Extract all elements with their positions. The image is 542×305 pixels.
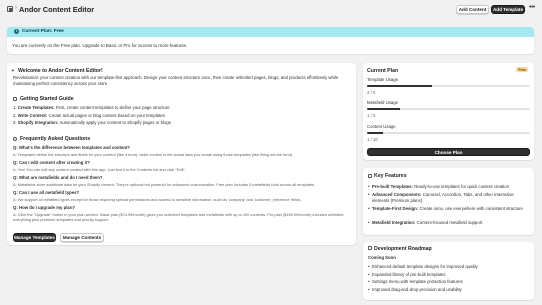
- bullet: •: [368, 286, 370, 292]
- info-icon: i: [14, 29, 19, 35]
- faq-question-1: Q: What's the difference between templat…: [13, 145, 131, 150]
- roadmap-item-4: Improved drag-and-drop precision and usa…: [372, 286, 462, 292]
- bullet: •: [368, 206, 370, 211]
- faq-answer-1: A: Templates define the structure and fi…: [13, 152, 294, 157]
- feature-2: Advanced Components: Carousel, Accordion…: [372, 192, 530, 204]
- faq-question-2: Q: Can I edit content after creating it?: [13, 160, 90, 165]
- content-usage-fill: [367, 132, 384, 135]
- more-actions-icon[interactable]: •••: [529, 4, 535, 11]
- feature-1: Pre-built Templates: Ready-to-use templa…: [372, 184, 530, 190]
- feature-2-bold: Advanced Components:: [372, 192, 422, 197]
- faq-title: Frequently Asked Questions: [20, 136, 91, 142]
- current-plan-title: Current Plan: [367, 67, 399, 74]
- plan-banner-text: You are currently on the Free plan. Upgr…: [12, 43, 188, 48]
- feature-1-bold: Pre-built Templates:: [372, 184, 413, 189]
- roadmap-item-1: Enhanced default template designs for im…: [372, 264, 478, 269]
- template-usage-bar: [367, 85, 530, 88]
- step-1-bold: Create Templates:: [17, 105, 55, 110]
- sparkle-icon: ✦: [11, 67, 15, 73]
- key-features-title: Key Features: [374, 173, 407, 179]
- feature-4: Metafield Integration: Content-focused m…: [372, 220, 530, 226]
- welcome-title: Welcome to Andor Content Editor!: [18, 67, 103, 74]
- faq-answer-5: A: Click the "Upgrade" button in your pl…: [13, 212, 344, 222]
- plan-banner-header: i Current Plan: Free: [7, 27, 534, 37]
- content-usage-label: Content Usage: [367, 124, 396, 129]
- step-2: 2. Write Content: Create actual pages or…: [13, 112, 165, 118]
- roadmap-item-2: Expanded library of pre-built templates: [372, 271, 446, 277]
- step-3-bold: Shopify Integration:: [17, 120, 59, 125]
- app-icon: [7, 6, 13, 12]
- bullet: •: [368, 184, 370, 189]
- roadmap-title: Development Roadmap: [374, 245, 432, 252]
- plan-banner-title: Current Plan: Free: [22, 29, 64, 35]
- content-usage-count: 1 / 10: [367, 137, 378, 142]
- current-plan-card: Current Plan Free Template Usage 2 / 5 M…: [363, 63, 534, 160]
- metafield-usage-fill: [367, 108, 400, 111]
- key-features-card: Key Features • Pre-built Templates: Read…: [363, 168, 534, 235]
- checklist-icon: [13, 96, 18, 101]
- add-template-button[interactable]: Add Template: [491, 5, 525, 14]
- step-2-text: Create actual pages or blog content base…: [47, 112, 165, 118]
- bullet: •: [368, 271, 370, 277]
- welcome-card: ✦ Welcome to Andor Content Editor! Revol…: [7, 63, 356, 245]
- roadmap-item-3: Settings menu with template protection f…: [372, 279, 463, 284]
- feature-1-text: Ready-to-use templates for quick content…: [413, 184, 510, 189]
- step-1-text: First, create content templates to defin…: [54, 105, 170, 110]
- faq-answer-2: A: Yes! You can edit any content created…: [13, 167, 186, 172]
- metafield-usage-count: 1 / 5: [367, 113, 376, 118]
- add-content-button[interactable]: Add Content: [456, 5, 489, 14]
- faq-question-4: Q: Can I use all metafield types?: [13, 190, 80, 195]
- feature-4-text: Content-focused metafield support: [415, 220, 483, 225]
- chevron-right-icon: ›: [15, 5, 17, 11]
- plan-badge: Free: [516, 67, 529, 72]
- step-3-text: Automatically apply your content to Shop…: [58, 120, 171, 125]
- welcome-intro: Revolutionize your content creation with…: [13, 75, 339, 86]
- bullet: •: [368, 279, 370, 284]
- template-usage-fill: [367, 85, 433, 88]
- content-usage-bar: [367, 132, 530, 135]
- question-icon: [13, 136, 18, 141]
- faq-answer-3: A: Metafields store additional data for …: [13, 182, 316, 187]
- template-usage-label: Template Usage: [367, 77, 399, 82]
- feature-3-text: Create once, use everywhere with consist…: [418, 206, 523, 211]
- roadmap-card: Development Roadmap Coming Soon • Enhanc…: [363, 242, 534, 300]
- manage-templates-button[interactable]: Manage Templates: [13, 233, 56, 242]
- bullet: •: [368, 220, 370, 225]
- feature-4-bold: Metafield Integration:: [372, 220, 416, 225]
- feature-3-bold: Template-First Design:: [372, 206, 419, 211]
- coming-soon-label: Coming Soon: [368, 255, 396, 260]
- bullet: •: [368, 264, 370, 269]
- bullet: •: [368, 192, 370, 197]
- top-bar: › Andor Content Editor Add Content Add T…: [0, 0, 542, 19]
- page-title: Andor Content Editor: [19, 4, 95, 14]
- metafield-usage-bar: [367, 108, 530, 111]
- faq-question-5: Q: How do I upgrade my plan?: [13, 205, 76, 210]
- roadmap-icon: [368, 246, 373, 251]
- feature-3: Template-First Design: Create once, use …: [372, 206, 530, 212]
- choose-plan-button[interactable]: Choose Plan: [367, 148, 530, 156]
- step-2-bold: Write Content:: [17, 112, 48, 118]
- manage-contents-button[interactable]: Manage Contents: [60, 233, 104, 242]
- faq-question-3: Q: What are metafields and do I need the…: [13, 175, 103, 180]
- template-usage-count: 2 / 5: [367, 90, 376, 95]
- plan-banner: i Current Plan: Free You are currently o…: [7, 27, 534, 54]
- star-icon: [368, 173, 373, 178]
- metafield-usage-label: Metafield Usage: [367, 100, 399, 105]
- step-1: 1. Create Templates: First, create conte…: [13, 105, 170, 110]
- faq-answer-4: A: We support all metafield types except…: [13, 197, 302, 202]
- step-3: 3. Shopify Integration: Automatically ap…: [13, 120, 171, 125]
- getting-started-title: Getting Started Guide: [20, 96, 74, 102]
